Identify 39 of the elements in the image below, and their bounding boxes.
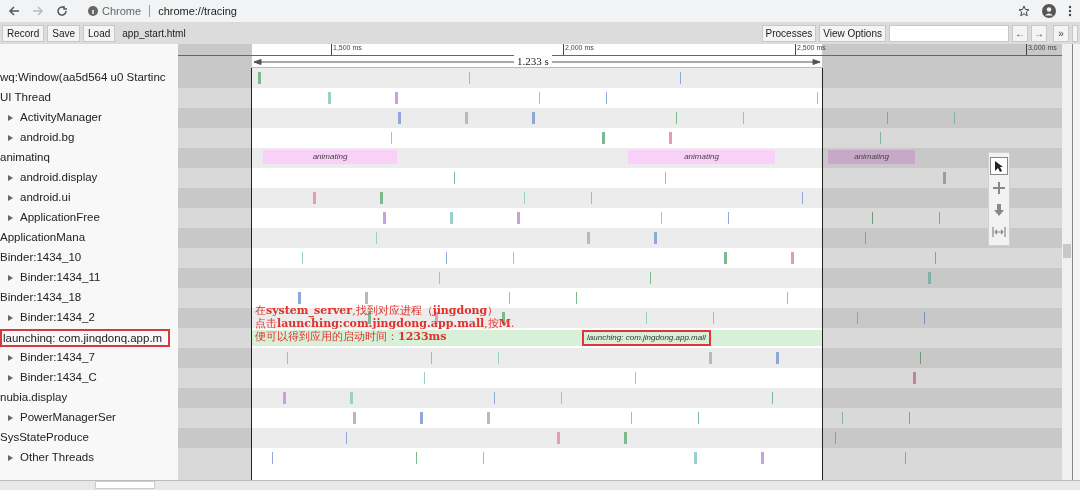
track-label[interactable]: Binder:1434_C <box>20 369 97 387</box>
track-label[interactable]: animatinq <box>0 149 50 167</box>
track-label[interactable]: ActivityManager <box>20 109 102 127</box>
track-label[interactable]: PowerManagerSer <box>20 409 116 427</box>
slice-label: launching: com.jingdong.app.mall <box>582 330 711 346</box>
nav-button[interactable]: » <box>1053 24 1069 42</box>
track-label[interactable]: Binder:1434_10 <box>0 249 82 267</box>
track-label[interactable]: Binder:1434_7 <box>20 349 95 367</box>
toolbar-button[interactable]: Load <box>83 24 116 42</box>
track-label[interactable]: wq:Window(aa5d564 u0 Startinc <box>0 69 166 87</box>
toolbar-button[interactable]: Processes <box>761 24 817 42</box>
url-text: chrome://tracing <box>158 3 237 19</box>
file-name: app_start.html <box>122 26 186 41</box>
annotation-text: 在system_server,找到对应进程（jingdong） <box>255 304 500 317</box>
toolbar-button[interactable]: Record <box>2 24 45 42</box>
track-label[interactable]: ApplicationMana <box>0 229 86 247</box>
track-label[interactable]: Other Threads <box>20 449 94 467</box>
toolbar-button[interactable]: View Options <box>819 24 886 42</box>
toolbar-button[interactable]: Save <box>47 24 81 42</box>
nav-button[interactable]: ← <box>1012 24 1028 42</box>
animation-slice[interactable]: animating <box>263 150 397 164</box>
track-label[interactable]: android.ui <box>20 189 71 207</box>
track-label[interactable]: SysStateProduce <box>0 429 89 447</box>
animation-slice[interactable]: animating <box>828 150 915 164</box>
track-label[interactable]: nubia.display <box>0 389 68 407</box>
annotation-text: 点击launching:com.jingdong.app.mall,按M. <box>255 317 515 330</box>
track-label[interactable]: android.display <box>20 169 98 187</box>
nav-button[interactable]: → <box>1031 24 1047 42</box>
track-label[interactable]: Binder:1434_2 <box>20 309 95 327</box>
track-label[interactable]: android.bg <box>20 129 75 147</box>
range-label: 1.233 s <box>514 55 552 67</box>
track-label[interactable]: ApplicationFree <box>20 209 100 227</box>
animation-slice[interactable]: animating <box>628 150 775 164</box>
site-label: Chrome <box>102 3 142 19</box>
track-label[interactable]: launchinq: com.jinqdonq.app.m <box>0 329 170 347</box>
track-label[interactable]: Binder:1434_11 <box>20 269 101 287</box>
track-label[interactable]: Binder:1434_18 <box>0 289 82 307</box>
annotation-text: 便可以得到应用的启动时间：1233ms <box>255 330 448 343</box>
track-label[interactable]: UI Thread <box>0 89 51 107</box>
